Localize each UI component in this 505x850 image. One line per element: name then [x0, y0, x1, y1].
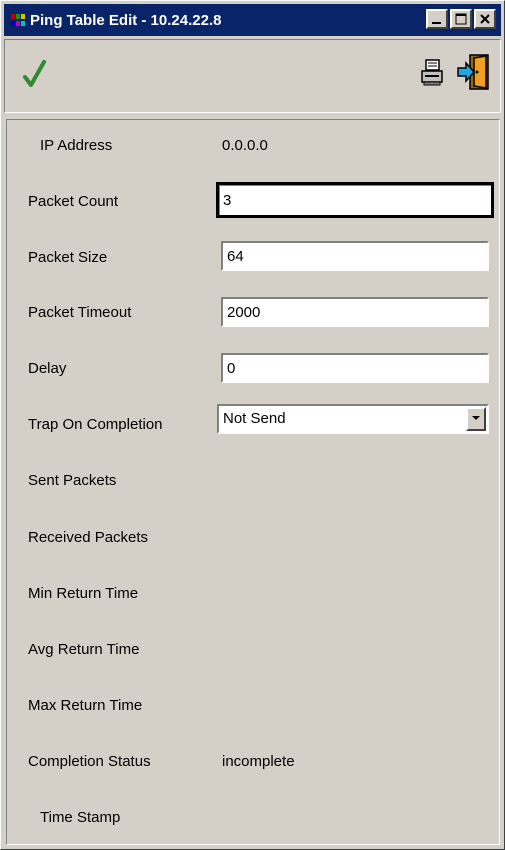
ping-table-edit-window: Ping Table Edit - 10.24.22.8 IP Address …: [0, 0, 505, 850]
trap-on-completion-value: Not Send: [223, 410, 286, 427]
received-packets-label: Received Packets: [28, 529, 149, 546]
maximize-icon: [455, 13, 467, 25]
max-return-time-label: Max Return Time: [28, 697, 143, 714]
close-icon: [480, 14, 490, 24]
packet-size-label: Packet Size: [28, 249, 108, 266]
printer-icon[interactable]: [419, 58, 445, 88]
packet-count-field[interactable]: [216, 182, 494, 218]
avg-return-time-label: Avg Return Time: [28, 641, 140, 658]
checkmark-icon[interactable]: [20, 58, 50, 90]
minimize-button[interactable]: [426, 9, 448, 29]
minimize-icon: [432, 22, 441, 24]
delay-label: Delay: [28, 360, 67, 377]
app-icon: [11, 14, 25, 26]
chevron-down-icon[interactable]: [466, 407, 486, 431]
ip-address-value: 0.0.0.0: [222, 137, 268, 154]
delay-field[interactable]: [221, 353, 489, 383]
ip-address-label: IP Address: [40, 137, 113, 154]
close-button[interactable]: [474, 9, 496, 29]
exit-door-icon[interactable]: [456, 52, 492, 92]
packet-count-label: Packet Count: [28, 193, 119, 210]
maximize-button[interactable]: [450, 9, 472, 29]
packet-timeout-label: Packet Timeout: [28, 304, 132, 321]
trap-on-completion-select[interactable]: Not Send: [217, 404, 489, 434]
title-bar[interactable]: Ping Table Edit - 10.24.22.8: [4, 4, 501, 36]
packet-timeout-field[interactable]: [221, 297, 489, 327]
sent-packets-label: Sent Packets: [28, 472, 117, 489]
window-title: Ping Table Edit - 10.24.22.8: [30, 11, 222, 29]
time-stamp-label: Time Stamp: [40, 809, 121, 826]
trap-on-completion-label: Trap On Completion: [28, 416, 163, 433]
completion-status-value: incomplete: [222, 753, 295, 770]
packet-size-field[interactable]: [221, 241, 489, 271]
form-panel: IP Address 0.0.0.0 Packet Count Packet S…: [6, 119, 500, 845]
min-return-time-label: Min Return Time: [28, 585, 139, 602]
toolbar: [4, 39, 501, 113]
completion-status-label: Completion Status: [28, 753, 151, 770]
